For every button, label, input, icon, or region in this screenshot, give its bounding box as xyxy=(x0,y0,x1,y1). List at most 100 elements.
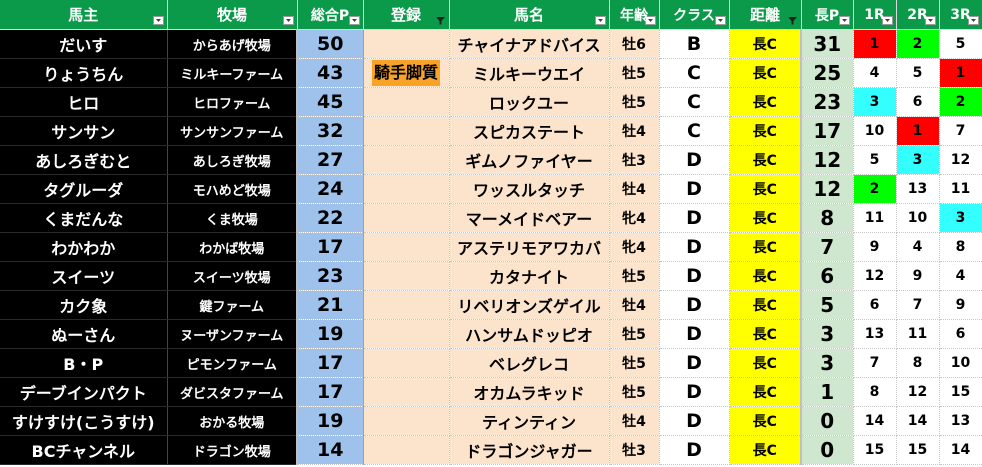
total-points-cell[interactable]: 17 xyxy=(297,377,364,407)
race-2-cell[interactable]: 5 xyxy=(896,58,940,88)
total-points-cell[interactable]: 14 xyxy=(297,435,364,465)
distance-cell[interactable]: 長C xyxy=(729,145,802,175)
race-2-cell[interactable]: 3 xyxy=(896,145,940,175)
race-2-cell[interactable]: 2 xyxy=(896,29,940,59)
race-1-cell[interactable]: 7 xyxy=(853,348,897,378)
distance-cell[interactable]: 長C xyxy=(729,261,802,291)
race-2-cell[interactable]: 4 xyxy=(896,232,940,262)
class-cell[interactable]: C xyxy=(659,58,730,88)
distance-cell[interactable]: 長C xyxy=(729,319,802,349)
age-cell[interactable]: 牡5 xyxy=(609,319,660,349)
race-3-cell[interactable]: 12 xyxy=(939,145,982,175)
long-points-cell[interactable]: 23 xyxy=(800,87,854,117)
class-cell[interactable]: D xyxy=(659,406,730,436)
class-cell[interactable]: D xyxy=(659,261,730,291)
registration-cell[interactable] xyxy=(363,87,450,117)
long-points-cell[interactable]: 5 xyxy=(800,290,854,320)
filter-funnel-icon[interactable] xyxy=(787,16,798,25)
age-cell[interactable]: 牡3 xyxy=(609,435,660,465)
age-cell[interactable]: 牡4 xyxy=(609,174,660,204)
total-points-cell[interactable]: 45 xyxy=(297,87,364,117)
registration-cell[interactable] xyxy=(363,406,450,436)
registration-cell[interactable] xyxy=(363,203,450,233)
registration-cell[interactable] xyxy=(363,29,450,59)
horse-name-cell[interactable]: カタナイト xyxy=(449,261,610,291)
owner-cell[interactable]: くまだんな xyxy=(0,203,168,233)
owner-cell[interactable]: スイーツ xyxy=(0,261,168,291)
col-header-distance[interactable]: 距離 xyxy=(729,0,802,30)
registration-cell[interactable] xyxy=(363,232,450,262)
horse-name-cell[interactable]: ミルキーウエイ xyxy=(449,58,610,88)
farm-cell[interactable]: ドラゴン牧場 xyxy=(167,435,298,465)
distance-cell[interactable]: 長C xyxy=(729,290,802,320)
class-cell[interactable]: D xyxy=(659,377,730,407)
race-1-cell[interactable]: 1 xyxy=(853,29,897,59)
race-2-cell[interactable]: 13 xyxy=(896,174,940,204)
col-header-long-points[interactable]: 長P xyxy=(801,0,854,30)
long-points-cell[interactable]: 8 xyxy=(800,203,854,233)
race-2-cell[interactable]: 12 xyxy=(896,377,940,407)
horse-name-cell[interactable]: ティンティン xyxy=(449,406,610,436)
long-points-cell[interactable]: 12 xyxy=(800,145,854,175)
age-cell[interactable]: 牝4 xyxy=(609,203,660,233)
farm-cell[interactable]: おかる牧場 xyxy=(167,406,298,436)
age-cell[interactable]: 牡5 xyxy=(609,377,660,407)
owner-cell[interactable]: ぬーさん xyxy=(0,319,168,349)
farm-cell[interactable]: 鍵ファーム xyxy=(167,290,298,320)
col-header-registration[interactable]: 登録 xyxy=(363,0,450,30)
horse-name-cell[interactable]: ベレグレコ xyxy=(449,348,610,378)
race-1-cell[interactable]: 3 xyxy=(853,87,897,117)
total-points-cell[interactable]: 32 xyxy=(297,116,364,146)
registration-cell[interactable] xyxy=(363,348,450,378)
race-2-cell[interactable]: 7 xyxy=(896,290,940,320)
horse-name-cell[interactable]: ハンサムドッピオ xyxy=(449,319,610,349)
race-3-cell[interactable]: 8 xyxy=(939,232,982,262)
long-points-cell[interactable]: 1 xyxy=(800,377,854,407)
race-2-cell[interactable]: 1 xyxy=(896,116,940,146)
long-points-cell[interactable]: 3 xyxy=(800,319,854,349)
total-points-cell[interactable]: 27 xyxy=(297,145,364,175)
owner-cell[interactable]: タグルーダ xyxy=(0,174,168,204)
farm-cell[interactable]: ピモンファーム xyxy=(167,348,298,378)
class-cell[interactable]: D xyxy=(659,435,730,465)
race-3-cell[interactable]: 5 xyxy=(939,29,982,59)
distance-cell[interactable]: 長C xyxy=(729,232,802,262)
owner-cell[interactable]: BCチャンネル xyxy=(0,435,168,465)
col-header-farm[interactable]: 牧場 xyxy=(167,0,298,30)
owner-cell[interactable]: B・P xyxy=(0,348,168,378)
age-cell[interactable]: 牡5 xyxy=(609,58,660,88)
filter-dropdown-icon[interactable] xyxy=(152,16,164,25)
col-header-race-3[interactable]: 3R xyxy=(939,0,982,30)
total-points-cell[interactable]: 19 xyxy=(297,319,364,349)
race-1-cell[interactable]: 9 xyxy=(853,232,897,262)
race-1-cell[interactable]: 8 xyxy=(853,377,897,407)
distance-cell[interactable]: 長C xyxy=(729,203,802,233)
long-points-cell[interactable]: 0 xyxy=(800,435,854,465)
total-points-cell[interactable]: 24 xyxy=(297,174,364,204)
filter-dropdown-icon[interactable] xyxy=(348,16,360,25)
race-1-cell[interactable]: 15 xyxy=(853,435,897,465)
age-cell[interactable]: 牡4 xyxy=(609,116,660,146)
col-header-race-1[interactable]: 1R xyxy=(853,0,897,30)
class-cell[interactable]: C xyxy=(659,87,730,117)
col-header-total-points[interactable]: 総合P xyxy=(297,0,364,30)
registration-cell[interactable] xyxy=(363,145,450,175)
filter-dropdown-icon[interactable] xyxy=(714,16,726,25)
age-cell[interactable]: 牡3 xyxy=(609,145,660,175)
distance-cell[interactable]: 長C xyxy=(729,435,802,465)
horse-name-cell[interactable]: リベリオンズゲイル xyxy=(449,290,610,320)
race-1-cell[interactable]: 6 xyxy=(853,290,897,320)
race-1-cell[interactable]: 13 xyxy=(853,319,897,349)
registration-cell[interactable] xyxy=(363,174,450,204)
farm-cell[interactable]: スイーツ牧場 xyxy=(167,261,298,291)
farm-cell[interactable]: からあげ牧場 xyxy=(167,29,298,59)
horse-name-cell[interactable]: チャイナアドバイス xyxy=(449,29,610,59)
age-cell[interactable]: 牝4 xyxy=(609,232,660,262)
farm-cell[interactable]: ダビスタファーム xyxy=(167,377,298,407)
filter-dropdown-icon[interactable] xyxy=(838,16,850,25)
race-1-cell[interactable]: 2 xyxy=(853,174,897,204)
total-points-cell[interactable]: 23 xyxy=(297,261,364,291)
race-1-cell[interactable]: 4 xyxy=(853,58,897,88)
total-points-cell[interactable]: 17 xyxy=(297,232,364,262)
race-3-cell[interactable]: 15 xyxy=(939,377,982,407)
